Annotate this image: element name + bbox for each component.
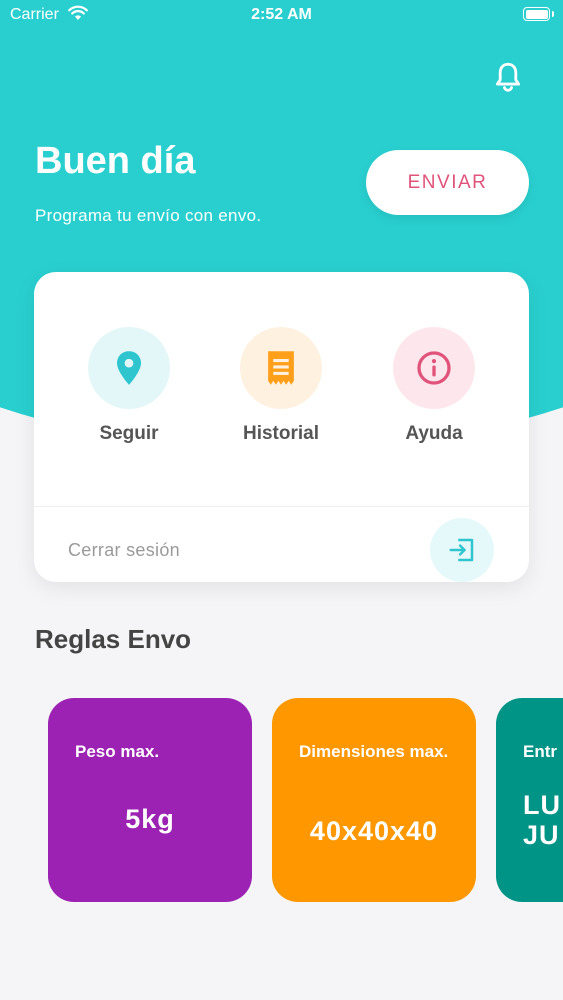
rule-card-dimensiones[interactable]: Dimensiones max. 40x40x40 — [272, 698, 476, 902]
menu-item-label: Ayuda — [405, 423, 463, 444]
section-title: Reglas Envo — [35, 624, 192, 654]
location-pin-icon — [117, 351, 141, 385]
info-icon — [417, 351, 451, 385]
menu-item-label: Seguir — [99, 423, 159, 444]
rule-title: Entr — [523, 742, 557, 761]
rule-value: 40x40x40 — [309, 816, 439, 846]
rule-value: LU JU — [523, 790, 561, 850]
logout-icon — [449, 538, 474, 562]
status-bar: Carrier 2:52 AM — [0, 0, 563, 30]
bell-icon[interactable] — [491, 60, 525, 94]
rule-card-entrega[interactable]: Entr LU JU — [496, 698, 563, 902]
receipt-icon — [268, 351, 294, 385]
ayuda-icon-circle — [393, 327, 475, 409]
seguir-icon-circle — [88, 327, 170, 409]
rule-value: 5kg — [125, 804, 175, 834]
status-time: 2:52 AM — [251, 6, 312, 23]
menu-item-historial[interactable]: Historial — [221, 327, 341, 445]
divider — [34, 506, 529, 507]
rule-title: Peso max. — [75, 742, 160, 761]
menu-item-seguir[interactable]: Seguir — [69, 327, 189, 445]
menu-item-label: Historial — [242, 423, 320, 444]
battery-icon — [523, 7, 550, 21]
page-title: Buen día — [35, 140, 196, 182]
logout-button[interactable] — [430, 518, 494, 582]
logout-label[interactable]: Cerrar sesión — [68, 540, 180, 561]
menu-item-ayuda[interactable]: Ayuda — [374, 327, 494, 445]
rule-title: Dimensiones max. — [299, 742, 449, 761]
historial-icon-circle — [240, 327, 322, 409]
menu-card: Seguir Historial Ayuda Cerrar sesión — [34, 272, 529, 582]
send-button[interactable]: ENVIAR — [366, 150, 529, 215]
rule-card-peso[interactable]: Peso max. 5kg — [48, 698, 252, 902]
screen: Carrier 2:52 AM Buen día Programa tu env… — [0, 0, 563, 1000]
page-subtitle: Programa tu envío con envo. — [35, 206, 262, 225]
